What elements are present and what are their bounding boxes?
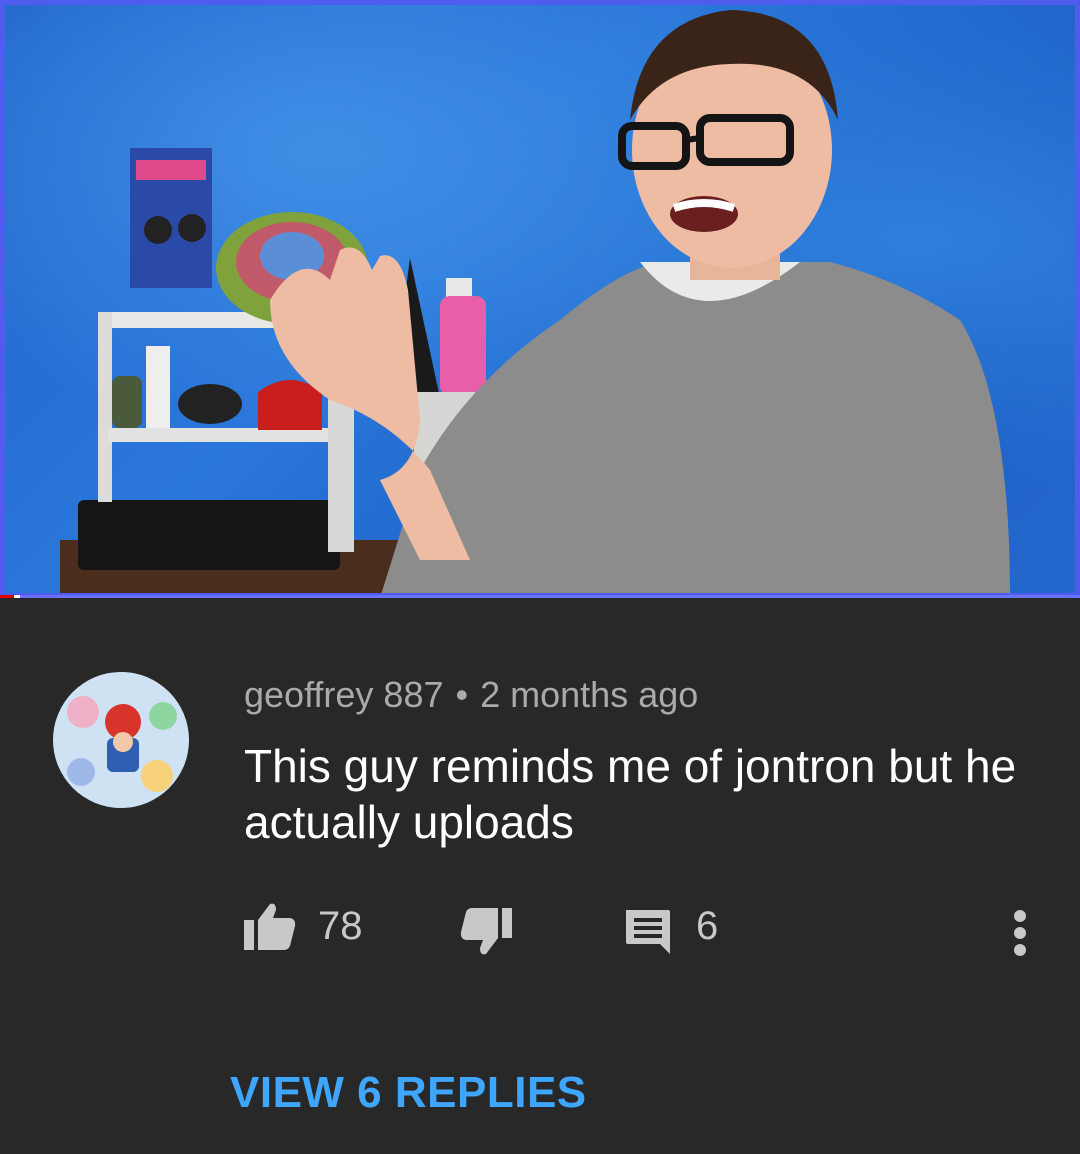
comment-text: This guy reminds me of jontron but he ac… xyxy=(244,740,1017,848)
comment-actions: 78 6 xyxy=(0,898,1080,958)
progress-scrubber[interactable] xyxy=(14,595,21,598)
more-options-button[interactable] xyxy=(1000,902,1040,962)
comment-timestamp[interactable]: 2 months ago xyxy=(480,674,698,715)
avatar-image xyxy=(53,672,189,808)
avatar[interactable] xyxy=(53,672,189,808)
comment-author[interactable]: geoffrey 887 xyxy=(244,674,444,715)
meta-separator: • xyxy=(455,674,469,715)
video-player[interactable] xyxy=(0,0,1080,598)
like-button[interactable] xyxy=(242,900,298,952)
dislike-button[interactable] xyxy=(458,906,514,958)
more-vertical-icon xyxy=(1014,910,1026,956)
thumbs-up-icon xyxy=(244,903,296,950)
video-thumbnail xyxy=(60,10,1010,598)
comment-icon xyxy=(626,910,670,954)
reply-count: 6 xyxy=(696,904,719,948)
progress-played xyxy=(0,595,15,598)
comment-meta: geoffrey 887 • 2 months ago xyxy=(244,674,698,716)
view-replies-button[interactable]: VIEW 6 REPLIES xyxy=(230,1068,587,1118)
like-count: 78 xyxy=(318,904,363,948)
video-progress-bar[interactable] xyxy=(0,595,1080,598)
reply-button[interactable] xyxy=(622,906,674,956)
thumbs-down-icon xyxy=(460,908,512,955)
